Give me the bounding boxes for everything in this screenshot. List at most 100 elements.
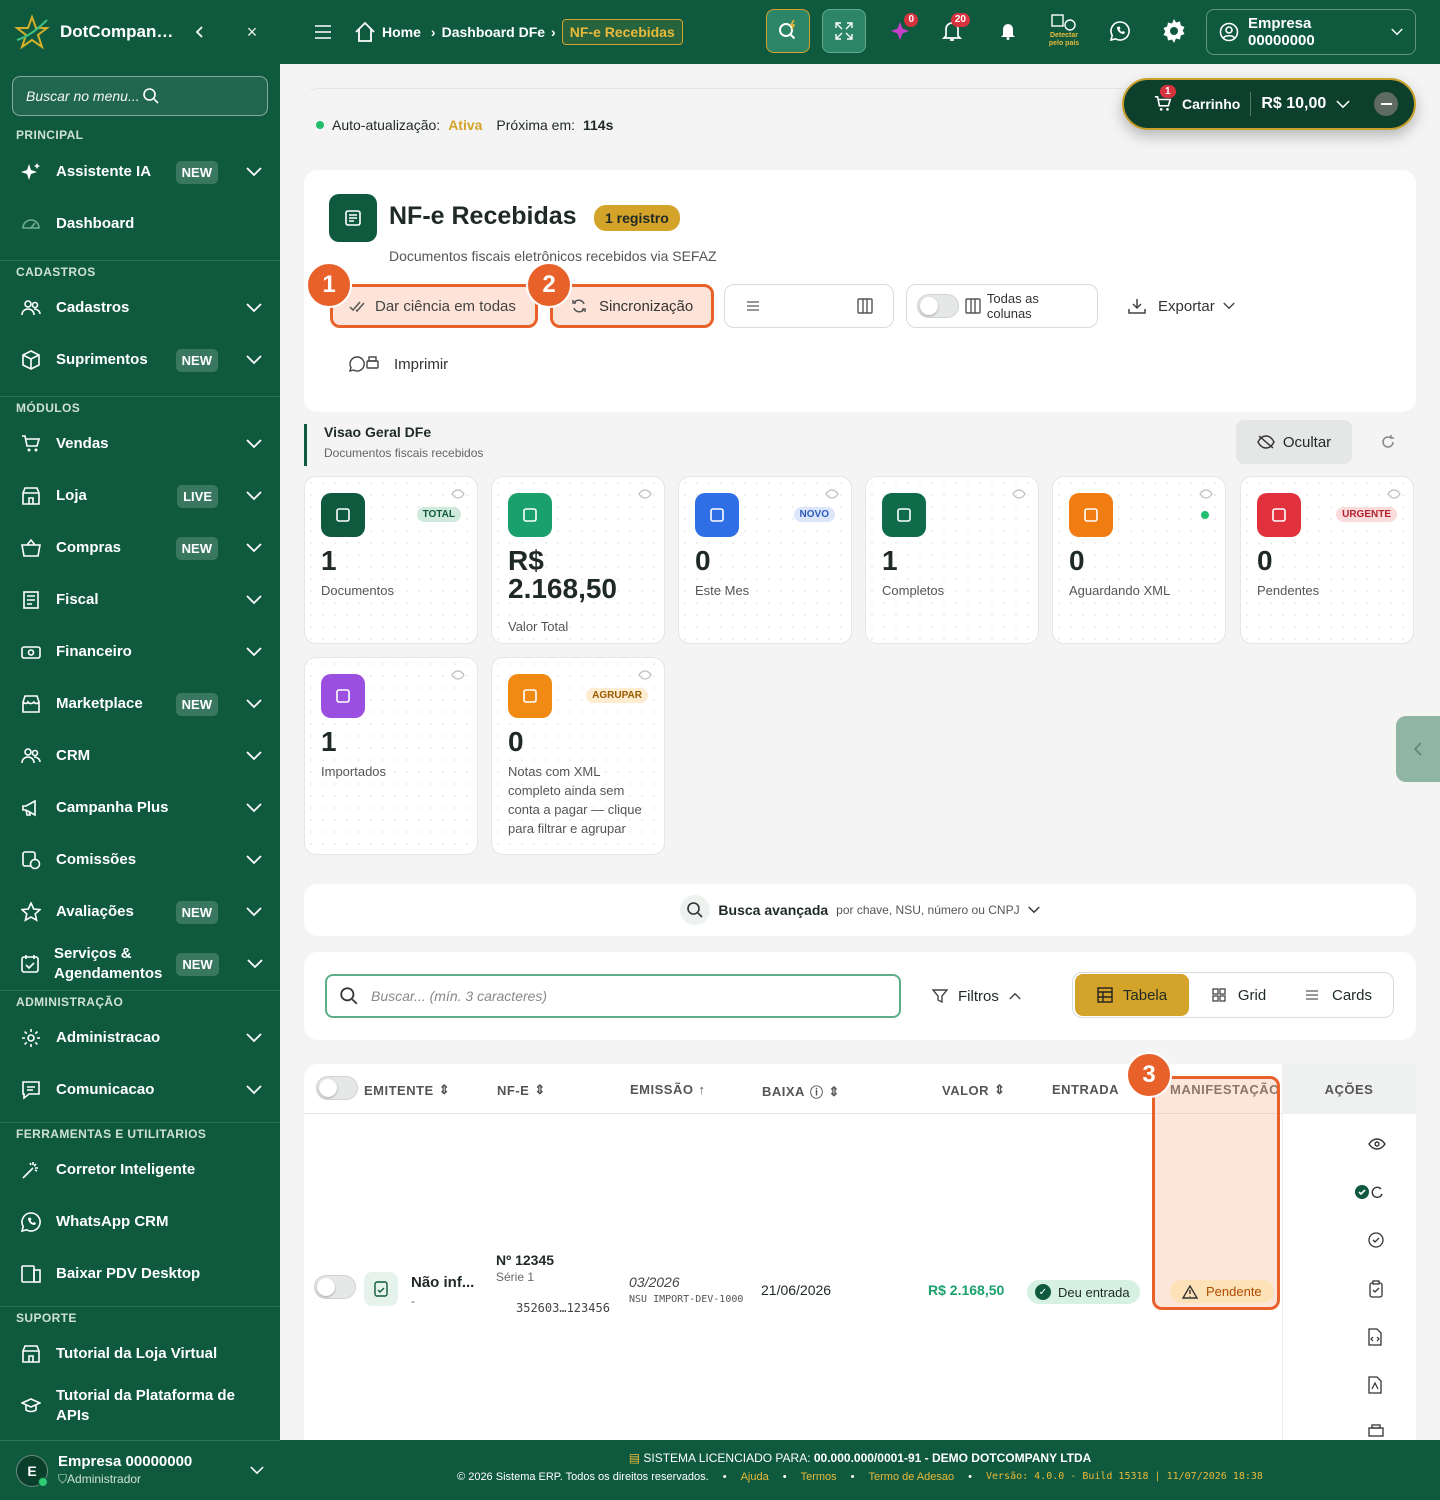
table-row[interactable]: Não inf... - Nº 12345 Série 1 352603…123… — [304, 1250, 1282, 1330]
print-button[interactable]: Imprimir — [348, 342, 448, 386]
eye-icon[interactable] — [638, 489, 652, 499]
cell-emitente: Não inf... — [411, 1274, 475, 1291]
eye-icon[interactable] — [1199, 489, 1213, 499]
close-sidebar-button[interactable]: × — [238, 18, 266, 46]
view-eye-icon[interactable] — [1368, 1138, 1386, 1150]
footer-link-ajuda[interactable]: Ajuda — [741, 1471, 769, 1483]
export-button[interactable]: Exportar — [1128, 284, 1238, 328]
chevron-down-icon[interactable] — [1336, 99, 1350, 109]
stat-card[interactable]: AGRUPAR 0 Notas com XML completo ainda sem… — [491, 657, 665, 855]
eye-icon[interactable] — [1387, 489, 1401, 499]
clipboard-check-icon[interactable] — [1368, 1280, 1384, 1298]
sidebar-item-fiscal[interactable]: Fiscal — [0, 574, 280, 626]
eye-icon[interactable] — [825, 489, 839, 499]
sidebar-item-comunicacao[interactable]: Comunicacao — [0, 1064, 280, 1116]
refresh-overview-button[interactable] — [1380, 434, 1396, 450]
columns-density-button[interactable] — [857, 298, 873, 314]
sincronizacao-button[interactable]: Sincronização — [550, 284, 714, 328]
sidebar-item-suprimentos[interactable]: Suprimentos NEW — [0, 334, 280, 386]
fullscreen-button[interactable] — [822, 9, 866, 53]
stat-card[interactable]: NOVO 0 Este Mes — [678, 476, 852, 644]
alerts-button[interactable] — [986, 9, 1030, 53]
settings-button[interactable] — [1152, 9, 1196, 53]
sidebar-item-compras[interactable]: Compras NEW — [0, 522, 280, 574]
sidebar-item-marketplace[interactable]: Marketplace NEW — [0, 678, 280, 730]
sidebar-item-administracao[interactable]: Administracao — [0, 1012, 280, 1064]
hide-overview-button[interactable]: Ocultar — [1236, 420, 1352, 464]
sidebar-item-assistente-ia[interactable]: Assistente IA NEW — [0, 146, 280, 198]
sidebar-item-avaliacoes[interactable]: Avaliações NEW — [0, 886, 280, 938]
sidebar-item-tutorial-api[interactable]: Tutorial da Plataforma de APIs — [0, 1380, 280, 1432]
sidebar-item-campanha-plus[interactable]: Campanha Plus — [0, 782, 280, 834]
view-tabela-button[interactable]: Tabela — [1075, 974, 1189, 1016]
eye-icon[interactable] — [638, 670, 652, 680]
filters-button[interactable]: Filtros — [932, 974, 1021, 1018]
detect-country-label: Detectar pelo país — [1048, 32, 1080, 47]
user-menu[interactable]: E Empresa 00000000 ⛉Administrador — [0, 1440, 280, 1500]
menu-search-input[interactable]: Buscar no menu... — [12, 76, 268, 116]
view-cards-button[interactable]: Cards — [1289, 974, 1389, 1016]
page-title: NF-e Recebidas — [389, 202, 577, 230]
sidebar-item-baixar-pdv[interactable]: Baixar PDV Desktop — [0, 1248, 280, 1300]
cart-widget[interactable]: 1 Carrinho R$ 10,00 — [1122, 78, 1416, 130]
eye-icon[interactable] — [451, 670, 465, 680]
list-icon — [1305, 990, 1318, 1000]
sidebar-item-servicos[interactable]: Serviços & Agendamentos NEW — [0, 938, 280, 990]
sidebar-item-corretor[interactable]: Corretor Inteligente — [0, 1144, 280, 1196]
printer-icon[interactable] — [1368, 1424, 1384, 1438]
sidebar-item-comissoes[interactable]: Comissões — [0, 834, 280, 886]
sparkle-count-badge: 0 — [904, 13, 918, 27]
breadcrumb-dashboard-dfe[interactable]: Dashboard DFe — [442, 24, 545, 40]
sidebar-item-financeiro[interactable]: Financeiro — [0, 626, 280, 678]
hamburger-menu-button[interactable] — [314, 25, 332, 39]
check-circle-icon[interactable] — [1368, 1232, 1384, 1248]
sidebar-item-vendas[interactable]: Vendas — [0, 418, 280, 470]
pdf-file-icon[interactable] — [1368, 1376, 1382, 1394]
footer-link-termos[interactable]: Termos — [801, 1471, 837, 1483]
section-administracao: ADMINISTRAÇÃO — [0, 990, 280, 1012]
minimize-cart-button[interactable] — [1374, 92, 1399, 116]
row-select-toggle[interactable] — [314, 1275, 356, 1299]
quick-search-button[interactable] — [766, 9, 810, 53]
breadcrumb-home[interactable]: Home — [382, 24, 421, 40]
column-emissao[interactable]: EMISSÃO ↑ — [630, 1082, 705, 1097]
stat-card[interactable]: 1 Importados — [304, 657, 478, 855]
footer-link-termo-adesao[interactable]: Termo de Adesao — [869, 1471, 955, 1483]
stat-card[interactable]: R$ 2.168,50 Valor Total — [491, 476, 665, 644]
stat-card[interactable]: TOTAL 1 Documentos — [304, 476, 478, 644]
company-selector[interactable]: Empresa 00000000 — [1206, 9, 1416, 55]
column-valor[interactable]: VALOR ⇕ — [942, 1082, 1005, 1098]
stat-card[interactable]: 1 Completos — [865, 476, 1039, 644]
eye-icon[interactable] — [1012, 489, 1026, 499]
select-all-toggle[interactable] — [316, 1076, 358, 1100]
sidebar-item-loja[interactable]: Loja LIVE — [0, 470, 280, 522]
sidebar-item-whatsapp-crm[interactable]: WhatsApp CRM — [0, 1196, 280, 1248]
stat-card[interactable]: 0 Aguardando XML — [1052, 476, 1226, 644]
manifestacao-badge[interactable]: Pendente — [1170, 1280, 1274, 1303]
ai-sparkle-button[interactable]: 0 — [878, 9, 922, 53]
sidebar-item-dashboard[interactable]: Dashboard — [0, 198, 280, 250]
stat-card[interactable]: URGENTE 0 Pendentes — [1240, 476, 1414, 644]
dar-ciencia-button[interactable]: Dar ciência em todas — [330, 284, 538, 328]
sidebar-item-tutorial-loja[interactable]: Tutorial da Loja Virtual — [0, 1328, 280, 1380]
list-search-input[interactable]: Buscar... (mín. 3 caracteres) — [325, 974, 901, 1018]
xml-file-icon[interactable] — [1368, 1328, 1382, 1346]
collapse-sidebar-button[interactable] — [186, 18, 214, 46]
sidebar-item-crm[interactable]: CRM — [0, 730, 280, 782]
sort-icon: ⇕ — [534, 1082, 546, 1097]
all-columns-toggle[interactable]: Todas as colunas — [906, 284, 1098, 328]
confirm-refresh-icon[interactable] — [1354, 1184, 1386, 1200]
notifications-button[interactable]: 20 — [930, 9, 974, 53]
column-nfe[interactable]: NF-E ⇕ — [497, 1082, 546, 1098]
advanced-search-toggle[interactable]: Busca avançada por chave, NSU, número ou… — [304, 884, 1416, 936]
toggle-switch[interactable] — [917, 294, 959, 318]
side-drawer-tab[interactable] — [1396, 716, 1440, 782]
column-baixa[interactable]: BAIXA ⓘ ⇕ — [762, 1082, 840, 1101]
detect-country-button[interactable]: Detectar pelo país — [1042, 9, 1086, 53]
whatsapp-button[interactable] — [1098, 9, 1142, 53]
view-grid-button[interactable]: Grid — [1189, 974, 1289, 1016]
list-density-button[interactable] — [747, 301, 759, 311]
eye-icon[interactable] — [451, 489, 465, 499]
column-emitente[interactable]: EMITENTE ⇕ — [364, 1082, 450, 1098]
sidebar-item-cadastros[interactable]: Cadastros — [0, 282, 280, 334]
